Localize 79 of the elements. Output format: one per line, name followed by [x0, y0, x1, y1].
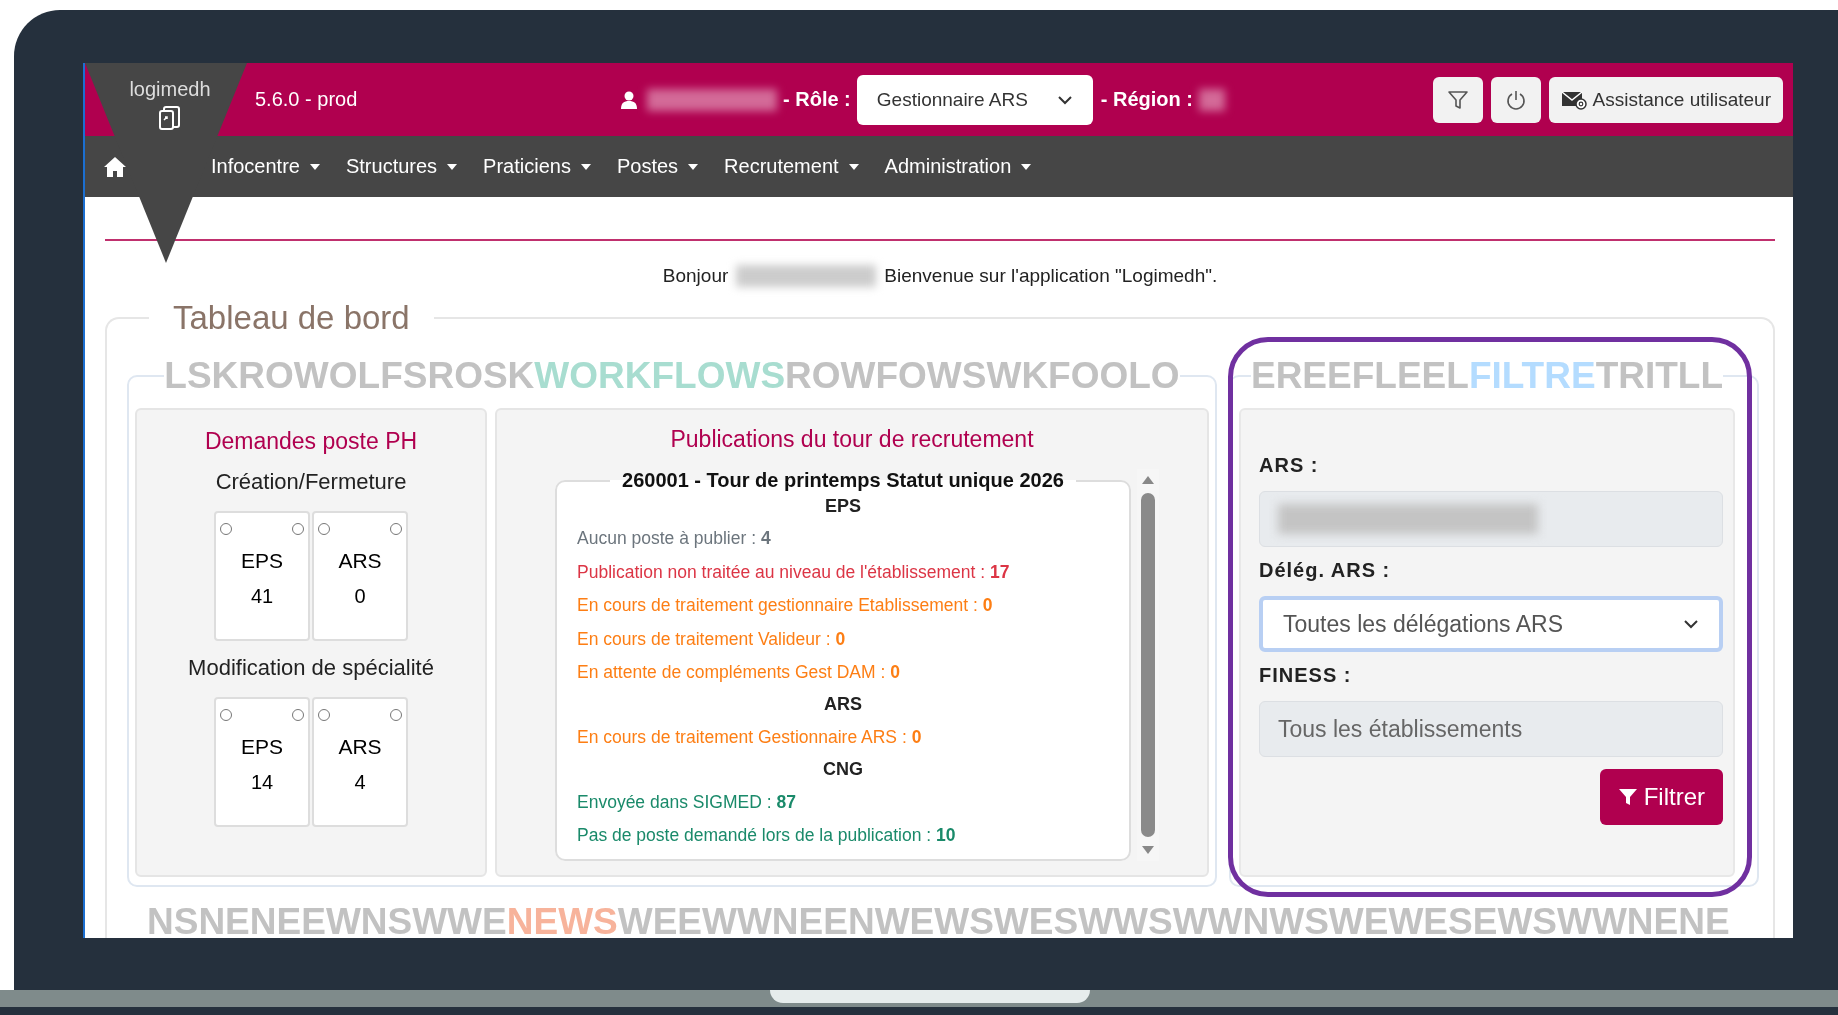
arrow-up-icon[interactable]	[1141, 475, 1155, 485]
envelope-icon	[1560, 89, 1587, 110]
tile-count: 14	[250, 771, 274, 794]
caret-icon	[848, 163, 859, 170]
decorative-letters: LSKROWOLFSROSK	[164, 355, 535, 396]
assistance-button[interactable]: Assistance utilisateur	[1548, 76, 1783, 123]
region-label: - Région :	[1100, 88, 1193, 111]
tile-label: ARS	[338, 735, 382, 759]
chevron-down-icon	[1683, 619, 1699, 629]
workflows-heading: WORKFLOWS	[534, 355, 786, 396]
ars-field[interactable]	[1259, 491, 1723, 547]
nav-menu-item[interactable]: Praticiens	[483, 155, 591, 178]
card-title: Publications du tour de recrutement	[669, 426, 1035, 453]
status-line: Envoyée dans SIGMED : 87	[577, 790, 797, 814]
devices-icon	[157, 105, 183, 131]
tile-count: 41	[250, 585, 274, 608]
caret-icon	[309, 163, 320, 170]
caret-icon	[580, 163, 591, 170]
field-label: ARS :	[1259, 454, 1320, 477]
group-title: Création/Fermeture	[215, 469, 407, 495]
version-label: 5.6.0 - prod	[255, 88, 359, 111]
count-tile[interactable]: EPS 41	[214, 511, 310, 641]
filter-button[interactable]	[1432, 76, 1483, 123]
status-line: En cours de traitement Valideur : 0	[577, 627, 847, 651]
tile-count: 4	[354, 771, 366, 794]
greeting-text: Bonjour	[662, 265, 729, 287]
decorative-letters: EREEFLEEL	[1250, 355, 1469, 396]
decorative-letters: ROWFOWSWKFOOLO	[785, 355, 1180, 396]
status-line: En attente de compléments Gest DAM : 0	[577, 660, 901, 684]
welcome-text: Bienvenue sur l'application "Logimedh".	[884, 265, 1218, 287]
field-label: Délég. ARS :	[1259, 559, 1392, 582]
tile-count: 0	[354, 585, 366, 608]
count-tile[interactable]: ARS 0	[312, 511, 408, 641]
caret-icon	[447, 163, 458, 170]
decorative-letters: TRITLL	[1595, 355, 1724, 396]
filter-icon	[1617, 787, 1638, 807]
role-select[interactable]: Gestionnaire ARS	[856, 74, 1093, 125]
delegation-select[interactable]: Toutes les délégations ARS	[1259, 596, 1723, 652]
filter-heading: FILTRE	[1468, 355, 1596, 396]
tile-label: EPS	[241, 735, 283, 759]
field-label: FINESS :	[1259, 664, 1353, 687]
status-line: En cours de traitement Gestionnaire ARS : 0	[577, 725, 923, 749]
nav-menu-item[interactable]: Administration	[884, 155, 1032, 178]
news-heading: NEWS	[506, 901, 618, 938]
caret-icon	[688, 163, 699, 170]
nav-menu-item[interactable]: Recrutement	[724, 155, 859, 178]
section-title: EPS	[824, 496, 862, 517]
logo-text: logimedh	[129, 78, 211, 101]
decorative-letters: NSNENEEWNSWWE	[147, 901, 507, 938]
dashboard-title: Tableau de bord	[172, 299, 411, 337]
tile-label: ARS	[338, 549, 382, 573]
chevron-down-icon	[1056, 94, 1073, 105]
count-tile[interactable]: ARS 4	[312, 697, 408, 827]
nav-menu-item[interactable]: Structures	[345, 155, 458, 178]
section-title: ARS	[823, 694, 863, 716]
filter-icon	[1446, 88, 1469, 111]
finess-field[interactable]: Tous les établissements	[1259, 701, 1723, 757]
status-line: En cours de traitement gestionnaire Etablissement : 0	[577, 594, 994, 618]
blurred-region	[1199, 88, 1225, 111]
section-title: CNG	[822, 759, 864, 781]
count-tile[interactable]: EPS 14	[214, 697, 310, 827]
tile-label: EPS	[241, 549, 283, 573]
user-icon	[621, 90, 637, 109]
power-button[interactable]	[1490, 76, 1541, 123]
caret-icon	[1021, 163, 1032, 170]
nav-menu-item[interactable]: Postes	[616, 155, 699, 178]
power-icon	[1504, 88, 1527, 111]
decorative-letters: WEEWWNEENWEWSWESWWSWWNWSWEWESEWSWWNENE	[617, 901, 1730, 938]
nav-menu-item[interactable]: Infocentre	[211, 155, 320, 178]
card-title: Demandes poste PH	[204, 428, 418, 455]
role-label: - Rôle :	[783, 88, 851, 111]
arrow-down-icon[interactable]	[1141, 845, 1155, 855]
group-title: Modification de spécialité	[188, 655, 434, 681]
home-icon[interactable]	[103, 155, 127, 178]
status-line: Pas de poste demandé lors de la publication : 10	[577, 823, 957, 847]
status-line: Publication non traitée au niveau de l'établissement : 17	[577, 560, 1011, 584]
status-line: Aucun poste à publier : 4	[577, 527, 772, 551]
round-title: 260001 - Tour de printemps Statut unique 2026	[621, 469, 1065, 492]
filtrer-button[interactable]: Filtrer	[1599, 769, 1723, 825]
